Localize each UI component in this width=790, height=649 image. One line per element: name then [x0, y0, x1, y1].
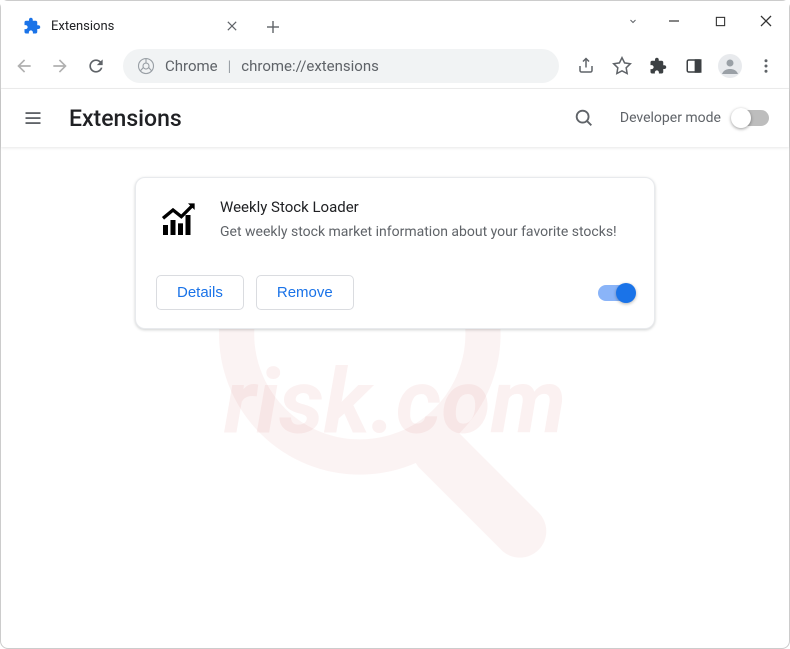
extension-card: Weekly Stock Loader Get weekly stock mar…	[135, 177, 655, 329]
browser-tab[interactable]: Extensions	[11, 9, 251, 43]
bookmark-star-icon[interactable]	[605, 49, 639, 83]
extension-puzzle-icon	[23, 17, 41, 35]
search-icon[interactable]	[566, 100, 602, 136]
page-title: Extensions	[69, 105, 548, 132]
share-icon[interactable]	[569, 49, 603, 83]
new-tab-button[interactable]	[259, 13, 287, 41]
close-window-button[interactable]	[743, 4, 789, 38]
omnibox-prefix: Chrome	[165, 57, 218, 75]
extension-enable-toggle[interactable]	[598, 285, 634, 301]
watermark-text: risk.com	[224, 350, 566, 455]
kebab-menu-icon[interactable]	[749, 49, 783, 83]
extension-name: Weekly Stock Loader	[220, 198, 634, 216]
extensions-puzzle-icon[interactable]	[641, 49, 675, 83]
maximize-button[interactable]	[697, 4, 743, 38]
minimize-button[interactable]	[651, 4, 697, 38]
window-dropdown-icon[interactable]	[615, 4, 651, 38]
omnibox-divider: |	[228, 57, 232, 75]
close-tab-icon[interactable]	[223, 17, 241, 35]
back-button[interactable]	[7, 49, 41, 83]
details-button[interactable]: Details	[156, 275, 244, 310]
profile-avatar-icon[interactable]	[713, 49, 747, 83]
remove-button[interactable]: Remove	[256, 275, 354, 310]
sidepanel-icon[interactable]	[677, 49, 711, 83]
developer-mode-toggle[interactable]	[733, 110, 769, 126]
extensions-content: Weekly Stock Loader Get weekly stock mar…	[1, 147, 789, 329]
stock-chart-icon	[156, 198, 200, 242]
chrome-icon	[137, 57, 155, 75]
forward-button[interactable]	[43, 49, 77, 83]
reload-button[interactable]	[79, 49, 113, 83]
extension-description: Get weekly stock market information abou…	[220, 222, 634, 243]
browser-toolbar: Chrome | chrome://extensions	[1, 43, 789, 89]
omnibox-url: chrome://extensions	[241, 57, 379, 75]
address-bar[interactable]: Chrome | chrome://extensions	[123, 49, 559, 83]
developer-mode-label: Developer mode	[620, 110, 721, 126]
developer-mode-section: Developer mode	[620, 110, 769, 126]
extensions-header: Extensions Developer mode	[1, 89, 789, 147]
hamburger-menu-icon[interactable]	[15, 100, 51, 136]
tab-title: Extensions	[51, 19, 223, 34]
window-controls	[615, 1, 789, 41]
